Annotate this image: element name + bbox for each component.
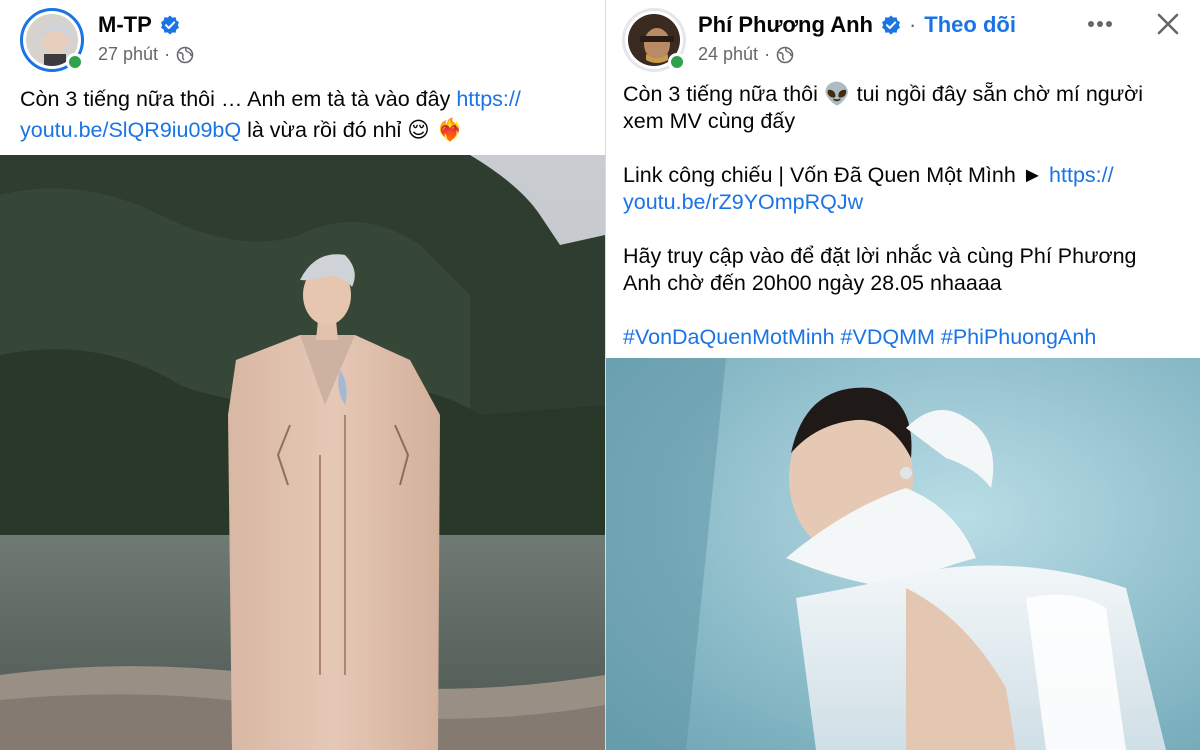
verified-badge-icon: [881, 15, 901, 35]
post-caption: Còn 3 tiếng nữa thôi … Anh em tà tà vào …: [20, 86, 600, 144]
post-time[interactable]: 24 phút: [698, 44, 758, 65]
caption-text: Còn 3 tiếng nữa thôi … Anh em tà tà vào …: [20, 87, 457, 111]
post-header: M-TP 27 phút ·: [0, 0, 605, 80]
follow-button[interactable]: Theo dõi: [924, 12, 1016, 38]
post-phi-phuong-anh: Phí Phương Anh · Theo dõi 24 phút · Còn …: [606, 0, 1200, 750]
caption-link-part2[interactable]: youtu.be/SlQR9iu09bQ: [20, 118, 241, 142]
post-time[interactable]: 27 phút: [98, 44, 158, 65]
author-name[interactable]: Phí Phương Anh: [698, 12, 873, 38]
caption-emoji: 😌 ❤️‍🔥: [407, 118, 464, 143]
caption-line-3: Hãy truy cập vào để đặt lời nhắc và cùng…: [623, 244, 1137, 268]
avatar-mtp[interactable]: [20, 8, 84, 72]
more-horizontal-icon[interactable]: [1086, 10, 1114, 38]
caption-link-part1[interactable]: https://: [456, 87, 521, 111]
separator-dot: ·: [908, 12, 917, 37]
author-name[interactable]: M-TP: [98, 12, 152, 38]
verified-badge-icon: [160, 15, 180, 35]
online-status-dot: [668, 53, 686, 71]
post-caption: Còn 3 tiếng nữa thôi 👽 tui ngồi đây sẵn …: [623, 81, 1193, 351]
caption-line-2: xem MV cùng đấy: [623, 109, 796, 133]
post-header: Phí Phương Anh · Theo dõi 24 phút ·: [606, 0, 1200, 80]
caption-link-label: Link công chiếu | Vốn Đã Quen Một Mình ►: [623, 163, 1050, 187]
globe-icon: [176, 46, 194, 64]
post-photo-phi-phuong-anh[interactable]: [606, 358, 1200, 750]
close-icon[interactable]: [1154, 10, 1182, 38]
avatar-phi-phuong-anh[interactable]: [622, 8, 686, 72]
caption-tail: là vừa rồi đó nhỉ: [241, 118, 408, 142]
online-status-dot: [66, 53, 84, 71]
post-mtp: M-TP 27 phút · Còn 3 tiếng nữa thôi … An…: [0, 0, 605, 750]
caption-line-1: Còn 3 tiếng nữa thôi 👽 tui ngồi đây sẵn …: [623, 82, 1143, 106]
caption-link-part1[interactable]: https://: [1049, 163, 1114, 187]
caption-hashtags[interactable]: #VonDaQuenMotMinh #VDQMM #PhiPhuongAnh: [623, 324, 1193, 351]
post-photo-mtp[interactable]: [0, 155, 605, 750]
caption-link-part2[interactable]: youtu.be/rZ9YOmpRQJw: [623, 190, 863, 214]
caption-line-4: Anh chờ đến 20h00 ngày 28.05 nhaaaa: [623, 271, 1002, 295]
globe-icon: [776, 46, 794, 64]
